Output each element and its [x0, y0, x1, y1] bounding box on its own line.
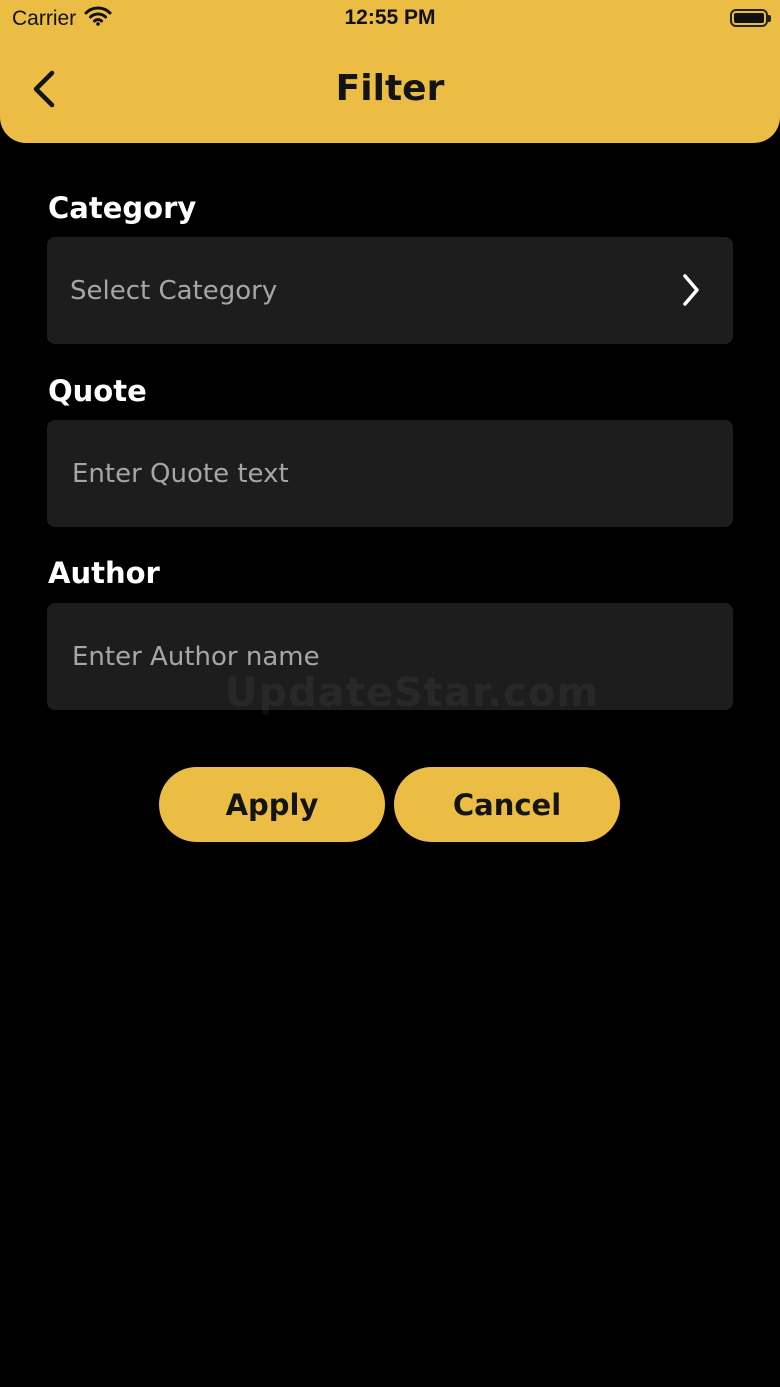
category-select[interactable]: Select Category [47, 237, 733, 344]
quote-field-container [47, 420, 733, 527]
battery-icon [730, 9, 771, 27]
quote-input[interactable] [70, 457, 694, 490]
cancel-button[interactable]: Cancel [394, 767, 620, 842]
author-input[interactable] [70, 640, 694, 673]
category-placeholder: Select Category [70, 275, 278, 306]
category-label: Category [48, 191, 197, 225]
apply-button[interactable]: Apply [159, 767, 385, 842]
chevron-right-icon [681, 273, 701, 311]
status-bar: Carrier 12:55 PM [0, 0, 780, 42]
filter-screen: Carrier 12:55 PM Filter Category Select … [0, 0, 780, 1387]
status-time: 12:55 PM [344, 6, 436, 29]
quote-label: Quote [48, 374, 147, 408]
author-label: Author [48, 556, 160, 590]
header-bar: Carrier 12:55 PM Filter [0, 0, 780, 143]
page-title: Filter [335, 68, 445, 109]
watermark: UpdateStar.com [225, 670, 599, 716]
